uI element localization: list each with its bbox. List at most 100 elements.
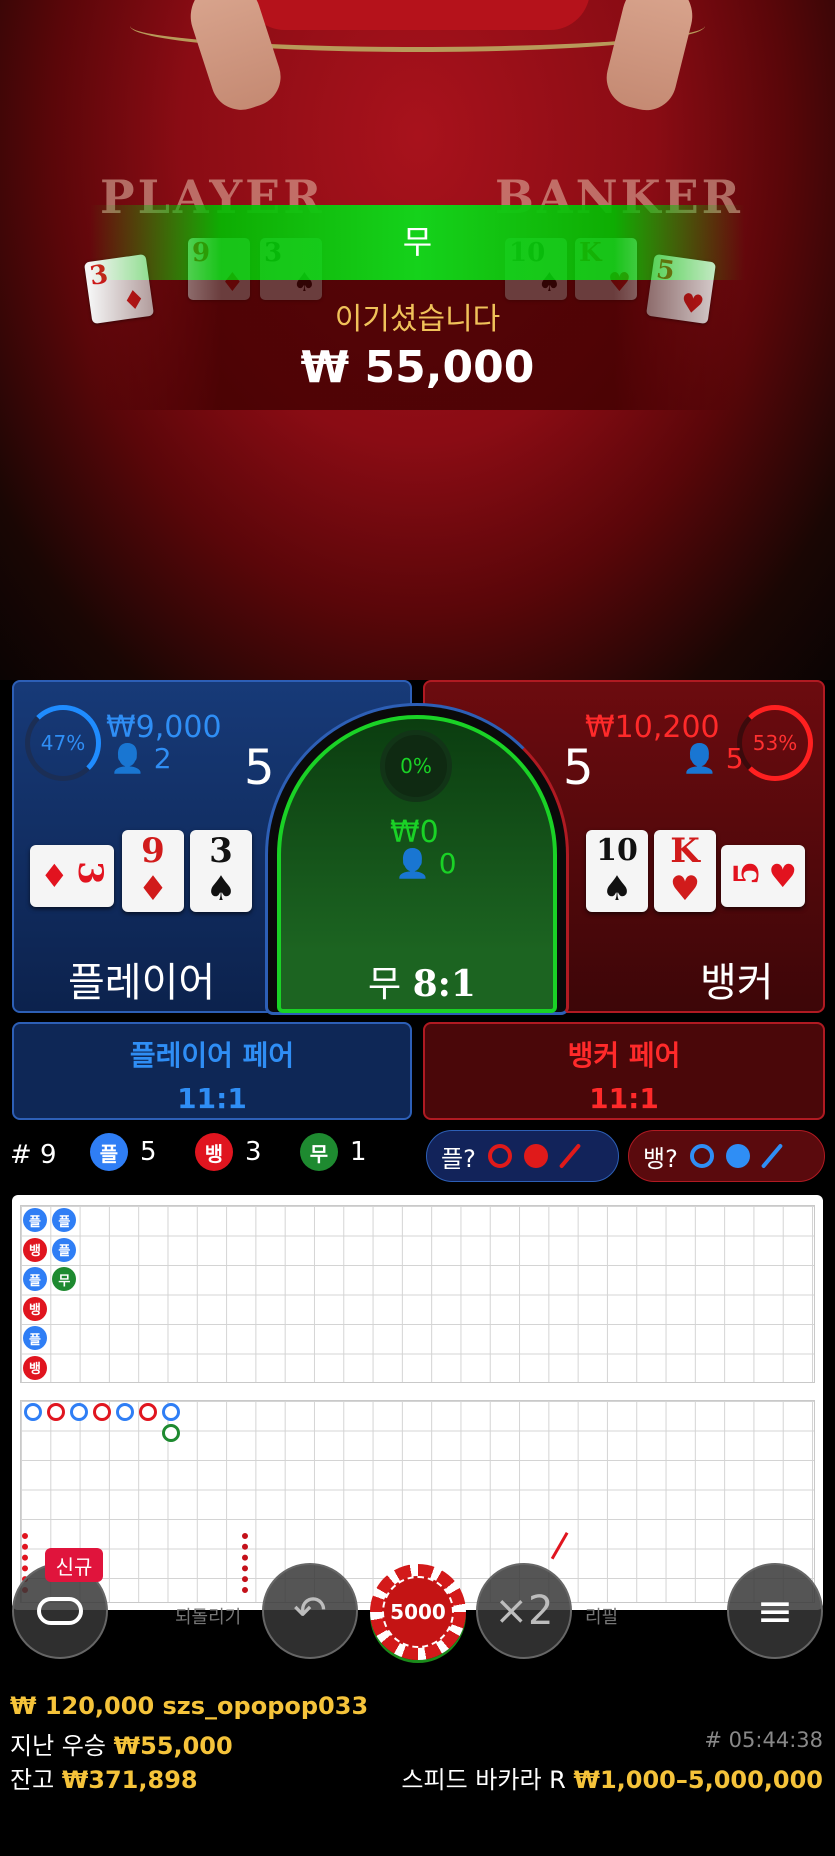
player-next-predict[interactable]: 플? [426,1130,619,1182]
tie-odds: 8:1 [412,963,476,1005]
total-bet-line: ₩ 120,000 szs_opopop033 [10,1692,368,1720]
player-win-count: 5 [140,1137,157,1167]
win-result-box: 이기셨습니다 ₩ 55,000 [90,280,745,410]
new-badge: 신규 [45,1548,103,1582]
player-count: 2 [153,742,172,775]
banker-score: 5 [563,740,594,796]
bead-result: 뱅 [23,1355,47,1380]
hamburger-icon: ≡ [756,1585,794,1637]
chip-value: 5000 [382,1576,454,1648]
win-amount: ₩ 55,000 [300,342,535,393]
player-card-9: 9 ♦ [122,830,184,912]
player-bet-amount: ₩9,000 [106,710,222,745]
slash-icon [558,1143,582,1169]
tie-label: 무 8:1 [368,955,476,1007]
last-win-line: 지난 우승 ₩55,000 [10,1726,233,1761]
undo-hint: 되돌리기 [175,1607,242,1628]
banker-bet-amount: ₩10,200 [585,710,720,745]
repeat-hint: 리필 [585,1607,619,1628]
user-icon: 👤 [110,742,145,775]
dealer-body [245,0,590,30]
roadmap-panel[interactable]: 플뱅플뱅플뱅 플플무 [12,1195,823,1610]
undo-button[interactable]: ↶ [262,1563,358,1659]
double-label: ×2 [494,1588,554,1634]
user-icon: 👤 [682,742,717,775]
hollow-circle-icon [689,1144,714,1168]
slash-icon [760,1143,784,1169]
round-number: # 9 [10,1140,57,1170]
player-win-stat: 플 5 [90,1133,157,1171]
chat-bubble-icon [37,1597,83,1625]
big-road-player [70,1403,88,1421]
banker-win-count: 3 [245,1137,262,1167]
undo-icon: ↶ [293,1588,327,1634]
hollow-circle-icon [487,1144,512,1168]
big-road-banker [139,1403,157,1421]
banker-count: 5 [725,742,744,775]
player-score: 5 [244,740,275,796]
player-label: 플레이어 [68,960,216,1006]
tie-stat: 무 1 [300,1133,367,1171]
banker-label: 뱅커 [700,960,774,1006]
banker-win-stat: 뱅 3 [195,1133,262,1171]
banker-card-10: 10 ♠ [586,830,648,912]
player-pair-odds: 11:1 [177,1082,247,1115]
banker-stat-badge: 뱅 [195,1133,233,1171]
player-percent: 47% [40,731,86,755]
banker-percent-ring: 53% [737,705,813,781]
live-video-area: PLAYER BANKER 3♦ 9♦ 3♠ 10♠ K♥ 5♥ 무 이기셨습니… [0,0,835,680]
balance-label: 잔고 [10,1766,55,1794]
chip-selector[interactable]: 5000 [370,1564,466,1660]
player-pair-title: 플레이어 페어 [129,1039,295,1072]
big-road-player [162,1403,180,1421]
last-win-amount: ₩55,000 [113,1732,233,1760]
tie-count: 0 [438,847,457,880]
bead-result: 뱅 [23,1296,47,1321]
small-road-dots [242,1533,250,1593]
banker-pair-bet[interactable]: 뱅커 페어 11:1 [423,1022,825,1120]
tie-percent: 0% [400,754,432,778]
game-id: # 05:44:38 [704,1728,823,1752]
big-road-player [116,1403,134,1421]
banker-predict-label: 뱅? [643,1144,678,1173]
banker-card-k: K ♥ [654,830,716,912]
balance-line: 잔고 ₩371,898 [10,1760,198,1795]
big-road-tie [162,1424,180,1442]
bead-result: 플 [23,1326,47,1350]
player-predict-label: 플? [441,1144,476,1173]
banker-pair-odds: 11:1 [589,1082,659,1115]
tie-stat-badge: 무 [300,1133,338,1171]
bead-result: 플 [23,1267,47,1291]
banker-bettor-count: 👤 5 [682,742,744,775]
player-percent-ring: 47% [25,705,101,781]
player-card-3: ♦ 3 [30,845,114,907]
tie-percent-ring: 0% [380,730,452,802]
table-name: 스피드 바카라 R [401,1766,566,1794]
win-message: 이기셨습니다 [334,302,501,337]
tie-count-stat: 1 [350,1137,367,1167]
player-card-3-spade: 3 ♠ [190,830,252,912]
user-icon: 👤 [395,847,430,880]
result-banner: 무 [90,205,745,280]
player-bettor-count: 👤 2 [110,742,172,775]
bead-result: 플 [23,1208,47,1232]
bead-result: 플 [52,1237,77,1262]
player-pair-bet[interactable]: 플레이어 페어 11:1 [12,1022,412,1120]
last-win-label: 지난 우승 [10,1732,106,1760]
banker-next-predict[interactable]: 뱅? [628,1130,825,1182]
balance-amount: ₩371,898 [61,1766,198,1794]
double-button[interactable]: ×2 [476,1563,572,1659]
big-road-player [24,1403,42,1421]
tie-bet-amount: ₩0 [390,815,439,850]
tie-label-text: 무 [368,964,402,1005]
table-info-line: 스피드 바카라 R ₩1,000–5,000,000 [401,1760,823,1795]
menu-button[interactable]: ≡ [727,1563,823,1659]
banker-percent: 53% [752,731,798,755]
player-stat-badge: 플 [90,1133,128,1171]
filled-circle-icon [523,1144,548,1168]
filled-circle-icon [725,1144,750,1168]
banker-card-5: ♥ 5 [721,845,805,907]
username: szs_opopop033 [162,1692,369,1720]
big-road-banker [47,1403,65,1421]
tie-bettor-count: 👤 0 [395,847,457,880]
